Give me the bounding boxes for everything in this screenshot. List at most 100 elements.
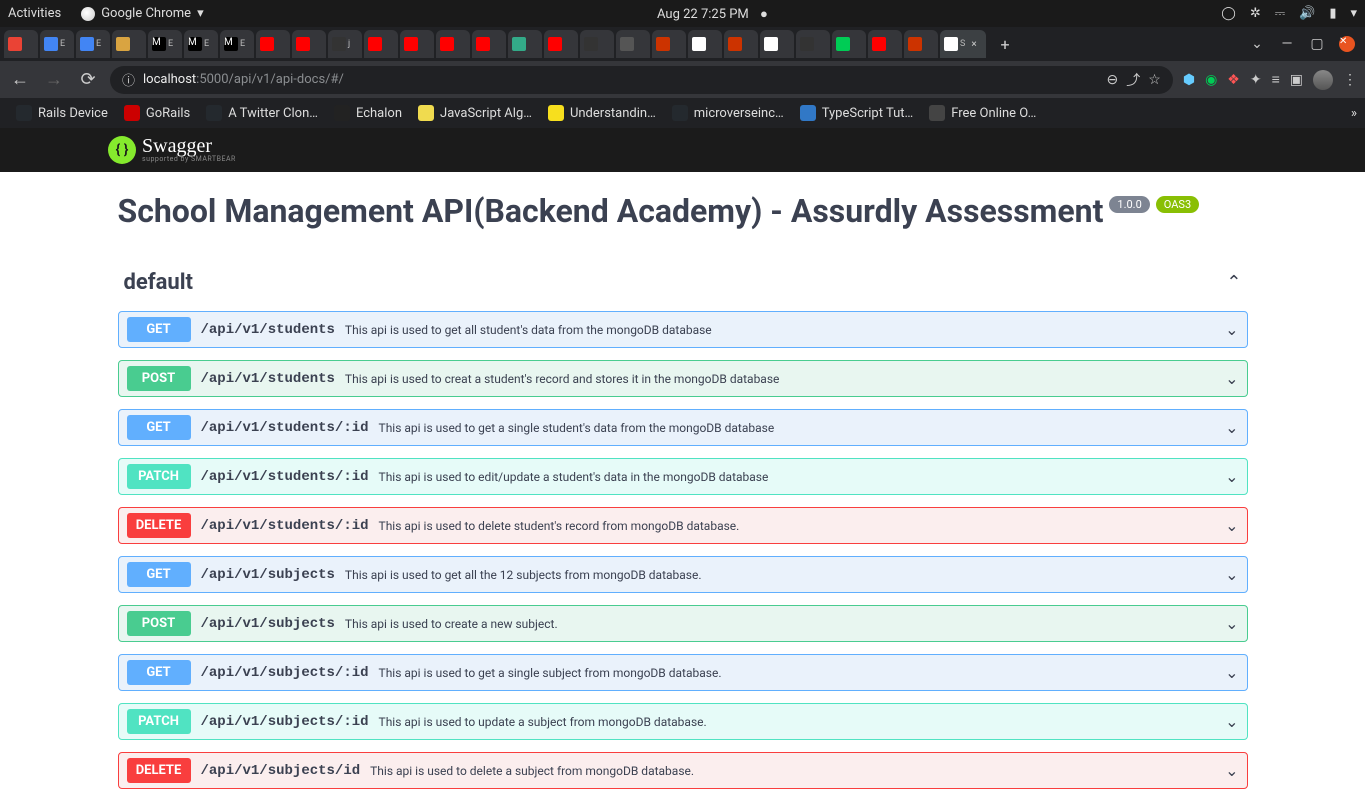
extension-icon[interactable]: ⬢ — [1183, 72, 1195, 88]
address-bar[interactable]: ⓘ localhost:5000/api/v1/api-docs/#/ ⊖ ⤴ … — [110, 66, 1173, 94]
extension-icon[interactable]: ◉ — [1205, 72, 1217, 88]
operation-row[interactable]: GET/api/v1/subjectsThis api is used to g… — [118, 556, 1248, 593]
operation-row[interactable]: GET/api/v1/subjects/:idThis api is used … — [118, 654, 1248, 691]
chevron-down-icon[interactable]: ⌄ — [1225, 516, 1238, 535]
tab-pinned[interactable] — [4, 30, 38, 58]
bookmark-label: Echalon — [356, 106, 402, 121]
minimize-button[interactable]: — — [1273, 30, 1301, 58]
tab-pinned[interactable] — [760, 30, 794, 58]
close-window-button[interactable]: ✕ — [1333, 30, 1361, 58]
operation-row[interactable]: PATCH/api/v1/students/:idThis api is use… — [118, 458, 1248, 495]
tab-pinned[interactable]: ME — [220, 30, 254, 58]
tab-pinned[interactable] — [364, 30, 398, 58]
bookmark-label: JavaScript Alg… — [440, 106, 532, 121]
chevron-down-icon[interactable]: ⌄ — [1225, 418, 1238, 437]
extension-icon[interactable]: ❖ — [1227, 72, 1240, 88]
tab-pinned[interactable] — [544, 30, 578, 58]
bookmark-favicon — [334, 105, 350, 121]
tab-pinned[interactable]: j — [328, 30, 362, 58]
app-menu[interactable]: Google Chrome ▾ — [81, 6, 203, 21]
chevron-down-icon[interactable]: ⌄ — [1225, 565, 1238, 584]
whatsapp-tray-icon[interactable]: ◯ — [1221, 6, 1236, 21]
tab-pinned[interactable]: ME — [148, 30, 182, 58]
volume-icon[interactable]: 🔊 — [1299, 6, 1315, 21]
bookmark-item[interactable]: microverseinc… — [664, 105, 792, 121]
zoom-icon[interactable]: ⊖ — [1107, 72, 1119, 88]
bookmark-item[interactable]: TypeScript Tut… — [792, 105, 922, 121]
maximize-button[interactable]: ▢ — [1303, 30, 1331, 58]
operation-row[interactable]: GET/api/v1/students/:idThis api is used … — [118, 409, 1248, 446]
extensions-menu-icon[interactable]: ✦ — [1250, 72, 1262, 88]
endpoint-path: /api/v1/students/:id — [201, 469, 369, 485]
power-caret-icon[interactable]: ▾ — [1350, 6, 1357, 21]
reload-button[interactable]: ⟳ — [76, 69, 100, 90]
bookmark-bar: Rails DeviceGoRailsA Twitter Clon… Echalo… — [0, 98, 1365, 128]
oas-badge: OAS3 — [1156, 196, 1199, 213]
chevron-down-icon[interactable]: ⌄ — [1225, 663, 1238, 682]
tab-pinned[interactable] — [292, 30, 326, 58]
back-button[interactable]: ← — [8, 69, 32, 90]
bookmark-item[interactable]: Free Online O… — [921, 105, 1044, 121]
activities-button[interactable]: Activities — [8, 6, 61, 21]
site-info-icon[interactable]: ⓘ — [122, 70, 135, 89]
chevron-down-icon[interactable]: ⌄ — [1225, 467, 1238, 486]
tab-pinned[interactable]: E — [76, 30, 110, 58]
new-tab-button[interactable]: + — [992, 31, 1018, 57]
tab-pinned[interactable] — [832, 30, 866, 58]
chevron-down-icon[interactable]: ⌄ — [1225, 761, 1238, 780]
reading-list-icon[interactable]: ≡ — [1272, 71, 1280, 88]
battery-icon[interactable]: ▮ — [1329, 6, 1336, 21]
tab-pinned[interactable]: ME — [184, 30, 218, 58]
browser-tabstrip: E E ME ME ME j S× + ⌄ — ▢ ✕ — [0, 27, 1365, 61]
clock[interactable]: Aug 22 7:25 PM ● — [204, 6, 1222, 22]
bookmark-favicon — [929, 105, 945, 121]
tab-pinned[interactable] — [400, 30, 434, 58]
network-icon[interactable]: ⎓ — [1275, 6, 1285, 21]
bookmark-item[interactable]: A Twitter Clon… — [198, 105, 326, 121]
bookmarks-overflow-icon[interactable]: » — [1351, 106, 1357, 121]
profile-avatar[interactable] — [1313, 70, 1333, 90]
bookmark-item[interactable]: GoRails — [116, 105, 198, 121]
endpoint-description: This api is used to create a new subject… — [345, 617, 558, 631]
tab-pinned[interactable] — [472, 30, 506, 58]
chevron-down-icon[interactable]: ⌄ — [1225, 712, 1238, 731]
bookmark-item[interactable]: Echalon — [326, 105, 410, 121]
tab-pinned[interactable] — [580, 30, 614, 58]
tab-pinned[interactable]: E — [40, 30, 74, 58]
tab-search-icon[interactable]: ⌄ — [1243, 30, 1271, 58]
share-icon[interactable]: ⤴ — [1126, 70, 1140, 90]
tab-pinned[interactable] — [256, 30, 290, 58]
operation-row[interactable]: POST/api/v1/studentsThis api is used to … — [118, 360, 1248, 397]
chevron-down-icon[interactable]: ⌄ — [1225, 614, 1238, 633]
settings-tray-icon[interactable]: ✲ — [1250, 6, 1261, 21]
tab-pinned[interactable] — [508, 30, 542, 58]
tab-pinned[interactable] — [436, 30, 470, 58]
bookmark-star-icon[interactable]: ☆ — [1148, 72, 1161, 88]
bookmark-item[interactable]: Rails Device — [8, 105, 116, 121]
tab-pinned[interactable] — [652, 30, 686, 58]
operation-row[interactable]: GET/api/v1/studentsThis api is used to g… — [118, 311, 1248, 348]
section-toggle-default[interactable]: default ⌃ — [118, 260, 1248, 305]
menu-icon[interactable]: ⋮ — [1343, 72, 1357, 88]
chevron-down-icon[interactable]: ⌄ — [1225, 320, 1238, 339]
tab-pinned[interactable] — [724, 30, 758, 58]
sidepanel-icon[interactable]: ▣ — [1290, 72, 1303, 88]
tab-pinned[interactable] — [616, 30, 650, 58]
tab-pinned[interactable] — [796, 30, 830, 58]
close-icon[interactable]: × — [971, 39, 976, 50]
operation-row[interactable]: DELETE/api/v1/students/:idThis api is us… — [118, 507, 1248, 544]
swagger-main: School Management API(Backend Academy) -… — [0, 172, 1365, 789]
chevron-down-icon[interactable]: ⌄ — [1225, 369, 1238, 388]
tab-pinned[interactable] — [688, 30, 722, 58]
bookmark-item[interactable]: JavaScript Alg… — [410, 105, 540, 121]
operation-row[interactable]: POST/api/v1/subjectsThis api is used to … — [118, 605, 1248, 642]
bookmark-item[interactable]: Understandin… — [540, 105, 664, 121]
tab-active[interactable]: S× — [940, 30, 986, 58]
operation-row[interactable]: PATCH/api/v1/subjects/:idThis api is use… — [118, 703, 1248, 740]
tab-pinned[interactable] — [112, 30, 146, 58]
tab-pinned[interactable] — [868, 30, 902, 58]
tab-pinned[interactable] — [904, 30, 938, 58]
url-path: :5000/api/v1/api-docs/#/ — [196, 72, 344, 87]
endpoint-description: This api is used to delete a subject fro… — [370, 764, 694, 778]
operation-row[interactable]: DELETE/api/v1/subjects/idThis api is use… — [118, 752, 1248, 789]
